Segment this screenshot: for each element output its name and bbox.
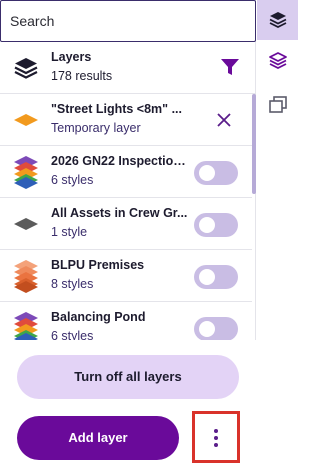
rail-item-copy[interactable] (257, 92, 298, 118)
layers-icon (269, 12, 287, 29)
layer-visibility-toggle[interactable] (194, 161, 238, 185)
layers-header: Layers 178 results (0, 42, 256, 94)
layer-row-street-lights[interactable]: "Street Lights <8m" ... Temporary layer (0, 94, 252, 146)
toggle-knob (199, 321, 215, 337)
rail-item-layers[interactable] (257, 0, 298, 40)
layer-subtitle: 1 style (51, 225, 88, 239)
more-dot (214, 429, 218, 433)
stacked-layers-orange-icon (14, 260, 38, 293)
layer-visibility-toggle[interactable] (194, 265, 238, 289)
layer-visibility-toggle[interactable] (194, 317, 238, 341)
layer-title: 2026 GN22 Inspection ... (51, 154, 189, 168)
turn-off-all-layers-button[interactable]: Turn off all layers (17, 355, 239, 399)
layer-row-all-assets[interactable]: All Assets in Crew Gr... 1 style (0, 198, 252, 250)
results-count: 178 results (51, 69, 113, 83)
layers-panel: Layers 178 results "Street Lights <8m" .… (0, 0, 256, 475)
layers-title: Layers (51, 50, 92, 64)
toggle-knob (199, 217, 215, 233)
layer-title: All Assets in Crew Gr... (51, 206, 188, 220)
add-layer-button[interactable]: Add layer (17, 416, 179, 460)
search-box[interactable] (0, 0, 256, 42)
layers-stack-icon (14, 58, 38, 79)
more-dot (214, 436, 218, 440)
toggle-knob (199, 269, 215, 285)
toggle-knob (199, 165, 215, 181)
more-dot (214, 443, 218, 447)
copy-windows-icon (269, 96, 287, 113)
layer-title: "Street Lights <8m" ... (51, 102, 182, 116)
right-rail (257, 0, 298, 475)
layer-row-2026-gn22[interactable]: 2026 GN22 Inspection ... 6 styles (0, 146, 252, 198)
panel-footer: Turn off all layers Add layer (0, 340, 256, 475)
diamond-orange-icon (14, 114, 38, 126)
layer-row-blpu-premises[interactable]: BLPU Premises 8 styles (0, 250, 252, 302)
stacked-layers-multicolor-icon (14, 156, 38, 189)
layer-title: BLPU Premises (51, 258, 145, 272)
diamond-grey-icon (14, 218, 38, 230)
close-icon[interactable] (215, 111, 233, 129)
filter-funnel-icon[interactable] (219, 56, 241, 78)
layer-subtitle: 6 styles (51, 173, 94, 187)
layer-subtitle: Temporary layer (51, 121, 141, 135)
layers-outline-icon (269, 52, 287, 70)
layer-title: Balancing Pond (51, 310, 146, 324)
search-input[interactable] (10, 13, 240, 29)
more-options-button[interactable] (192, 411, 240, 463)
list-scrollbar[interactable] (252, 94, 256, 194)
layer-subtitle: 8 styles (51, 277, 94, 291)
rail-item-layers-outline[interactable] (257, 48, 298, 74)
layer-visibility-toggle[interactable] (194, 213, 238, 237)
